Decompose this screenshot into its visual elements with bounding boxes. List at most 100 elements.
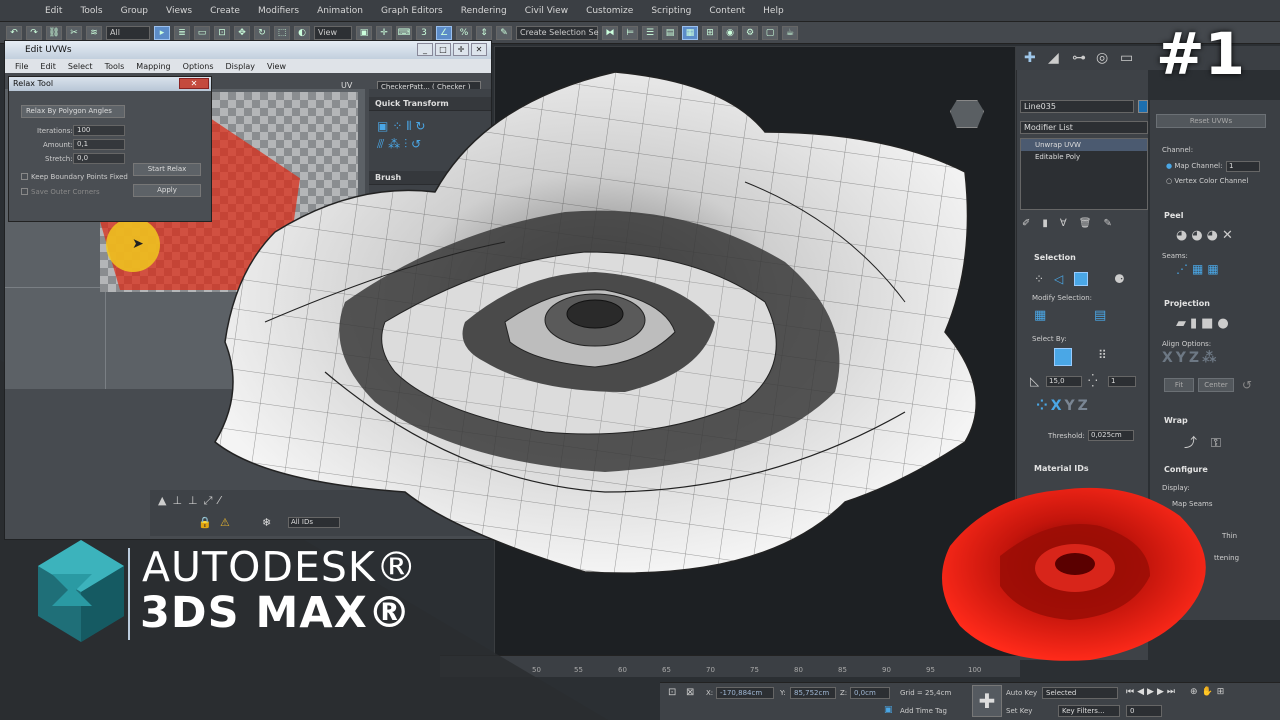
stretch-input[interactable]: 0,0 xyxy=(73,153,125,164)
menu-edit[interactable]: Edit xyxy=(36,6,71,16)
mirror-icon[interactable]: ⧓ xyxy=(602,25,618,40)
iterations-input[interactable]: 100 xyxy=(73,125,125,136)
wrap-rollout-title[interactable]: Wrap xyxy=(1164,416,1188,425)
thin-option[interactable]: Thin xyxy=(1222,532,1237,540)
key-mode-select[interactable]: Selected xyxy=(1042,687,1118,699)
isolate-selection-icon[interactable]: ⊡ xyxy=(668,687,676,698)
vertex-color-radio[interactable]: ○ Vertex Color Channel xyxy=(1166,177,1248,185)
menu-views[interactable]: Views xyxy=(157,6,201,16)
create-tab-icon[interactable]: ✚ xyxy=(1024,50,1036,66)
scale-icon[interactable]: ⬚ xyxy=(274,25,290,40)
amount-input[interactable]: 0,1 xyxy=(73,139,125,150)
material-editor-icon[interactable]: ◉ xyxy=(722,25,738,40)
bind-icon[interactable]: ≋ xyxy=(86,25,102,40)
peel-rollout-title[interactable]: Peel xyxy=(1164,211,1183,220)
link-icon[interactable]: ⛓ xyxy=(46,25,62,40)
element-mode-icon[interactable]: ⚈ xyxy=(1114,272,1125,286)
menu-customize[interactable]: Customize xyxy=(577,6,642,16)
z-coord-field[interactable]: 0,0cm xyxy=(850,687,890,699)
configure-rollout-title[interactable]: Configure xyxy=(1164,465,1208,474)
configure-sets-icon[interactable]: ✎ xyxy=(1103,218,1123,229)
x-coord-field[interactable]: -170,884cm xyxy=(716,687,774,699)
toggle-ribbon-icon[interactable]: ▤ xyxy=(662,25,678,40)
planar-angle-input[interactable]: 15,0 xyxy=(1046,376,1082,387)
modifier-list-select[interactable]: Modifier List xyxy=(1020,121,1148,134)
select-by-name-icon[interactable]: ≣ xyxy=(174,25,190,40)
fit-button[interactable]: Fit xyxy=(1164,378,1194,392)
vertex-mode-icon[interactable]: ⁘ xyxy=(1034,272,1044,286)
wrap-icons[interactable]: ⤴⚿ xyxy=(1184,432,1235,451)
map-channel-radio[interactable]: ● Map Channel: xyxy=(1166,162,1222,170)
uvw-menu-mapping[interactable]: Mapping xyxy=(130,62,176,71)
menu-rendering[interactable]: Rendering xyxy=(452,6,516,16)
pin-stack-icon[interactable]: ✐ xyxy=(1022,218,1042,229)
add-time-tag-icon[interactable]: ▣ xyxy=(884,705,893,715)
grow-icon[interactable]: ▦ xyxy=(1034,308,1046,323)
set-key-big-icon[interactable]: ✚ xyxy=(972,685,1002,717)
select-by-pattern-icon[interactable]: ⠿ xyxy=(1098,348,1107,362)
menu-create[interactable]: Create xyxy=(201,6,249,16)
move-icon[interactable]: ✥ xyxy=(234,25,250,40)
material-ids-rollout-title[interactable]: Material IDs xyxy=(1034,464,1089,473)
menu-content[interactable]: Content xyxy=(700,6,754,16)
start-relax-button[interactable]: Start Relax xyxy=(133,163,201,176)
projection-rollout-title[interactable]: Projection xyxy=(1164,299,1210,308)
threshold-input[interactable]: 0,025cm xyxy=(1088,430,1134,441)
keep-boundary-checkbox[interactable]: Keep Boundary Points Fixed xyxy=(21,173,128,181)
curve-editor-icon[interactable]: ▦ xyxy=(682,25,698,40)
reference-coord-select[interactable]: View xyxy=(314,25,352,40)
spinner-snap-icon[interactable]: ⇕ xyxy=(476,25,492,40)
reset-uvws-button[interactable]: Reset UVWs xyxy=(1156,114,1266,128)
menu-civil-view[interactable]: Civil View xyxy=(516,6,577,16)
menu-help[interactable]: Help xyxy=(754,6,793,16)
object-color-swatch[interactable] xyxy=(1138,100,1148,113)
percent-snap-icon[interactable]: % xyxy=(456,25,472,40)
seam-tool-icons[interactable]: ⋰▦▦ xyxy=(1176,262,1223,276)
uvw-menu-edit[interactable]: Edit xyxy=(34,62,62,71)
motion-tab-icon[interactable]: ◎ xyxy=(1096,50,1108,66)
display-tab-icon[interactable]: ▭ xyxy=(1120,50,1133,66)
menu-group[interactable]: Group xyxy=(112,6,157,16)
menu-graph-editors[interactable]: Graph Editors xyxy=(372,6,452,16)
loop-count-input[interactable]: 1 xyxy=(1108,376,1136,387)
minimize-button[interactable]: _ xyxy=(417,43,433,56)
shrink-icon[interactable]: ▤ xyxy=(1094,308,1106,323)
undo-icon[interactable]: ↶ xyxy=(6,25,22,40)
projection-icons[interactable]: ▰▮■● xyxy=(1176,316,1233,331)
selection-rollout-title[interactable]: Selection xyxy=(1034,253,1076,262)
menu-scripting[interactable]: Scripting xyxy=(642,6,700,16)
place-icon[interactable]: ◐ xyxy=(294,25,310,40)
center-button[interactable]: Center xyxy=(1198,378,1234,392)
uvw-menu-tools[interactable]: Tools xyxy=(99,62,131,71)
rect-selection-icon[interactable]: ▭ xyxy=(194,25,210,40)
add-time-tag-button[interactable]: Add Time Tag xyxy=(900,707,947,715)
loop-count-icon[interactable]: ⁛ xyxy=(1088,374,1098,388)
hierarchy-tab-icon[interactable]: ⊶ xyxy=(1072,50,1086,66)
restore-button[interactable]: ✛ xyxy=(453,43,469,56)
render-icon[interactable]: ☕ xyxy=(782,25,798,40)
planar-angle-icon[interactable]: ◺ xyxy=(1030,374,1039,388)
uvw-menu-select[interactable]: Select xyxy=(62,62,99,71)
map-channel-input[interactable]: 1 xyxy=(1226,161,1260,172)
stack-item-unwrap-uvw[interactable]: Unwrap UVW xyxy=(1021,139,1147,151)
schematic-view-icon[interactable]: ⊞ xyxy=(702,25,718,40)
symmetry-xyz-buttons[interactable]: ⁘XYZ xyxy=(1036,398,1091,414)
keyboard-shortcut-icon[interactable]: ⌨ xyxy=(396,25,412,40)
time-config-icon[interactable]: ⊕✋⊞ xyxy=(1190,687,1228,697)
unlink-icon[interactable]: ✂ xyxy=(66,25,82,40)
select-by-element-icon[interactable] xyxy=(1054,348,1072,366)
redo-icon[interactable]: ↷ xyxy=(26,25,42,40)
y-coord-field[interactable]: 85,752cm xyxy=(790,687,836,699)
menu-animation[interactable]: Animation xyxy=(308,6,372,16)
relax-method-select[interactable]: Relax By Polygon Angles xyxy=(21,105,125,118)
edge-mode-icon[interactable]: ◁ xyxy=(1054,272,1063,286)
align-icon[interactable]: ⊨ xyxy=(622,25,638,40)
polygon-mode-icon[interactable] xyxy=(1074,272,1088,286)
select-object-icon[interactable]: ▸ xyxy=(154,25,170,40)
layer-explorer-icon[interactable]: ☰ xyxy=(642,25,658,40)
selection-filter-select[interactable]: All xyxy=(106,25,150,40)
uvw-menu-file[interactable]: File xyxy=(9,62,34,71)
pivot-icon[interactable]: ▣ xyxy=(356,25,372,40)
maximize-button[interactable]: □ xyxy=(435,43,451,56)
object-name-field[interactable]: Line035 xyxy=(1020,100,1134,113)
